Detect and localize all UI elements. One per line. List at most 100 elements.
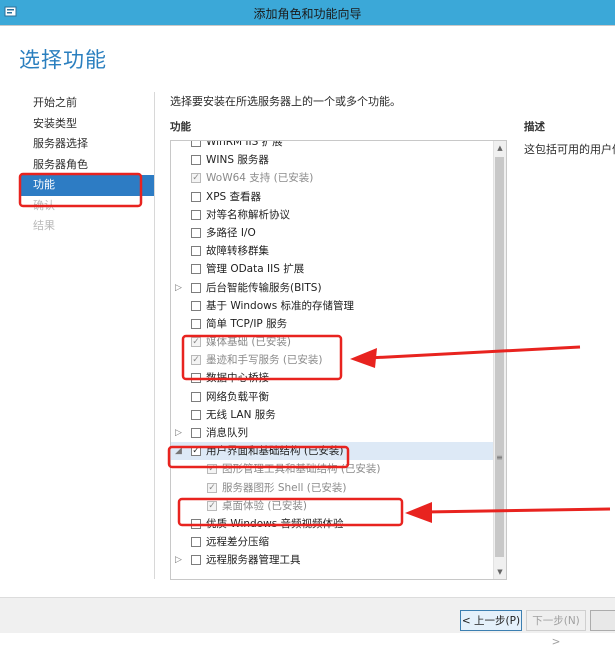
next-button[interactable]: 下一步(N) > bbox=[526, 610, 586, 648]
feature-label: 基于 Windows 标准的存储管理 bbox=[206, 299, 355, 312]
feature-row[interactable]: ▷ 远程服务器管理工具 bbox=[171, 551, 493, 569]
feature-label: 图形管理工具和基础结构 (已安装) bbox=[222, 463, 381, 476]
nav-item-installation-type[interactable]: 安装类型 bbox=[21, 114, 154, 135]
nav-item-server-selection[interactable]: 服务器选择 bbox=[21, 134, 154, 155]
feature-row[interactable]: 简单 TCP/IP 服务 bbox=[171, 315, 493, 333]
feature-row[interactable]: ▷ 消息队列 bbox=[171, 424, 493, 442]
feature-label: 管理 OData IIS 扩展 bbox=[206, 263, 305, 276]
feature-label: 故障转移群集 bbox=[206, 245, 269, 258]
feature-label: 媒体基础 (已安装) bbox=[206, 336, 292, 349]
feature-checkbox[interactable] bbox=[191, 264, 201, 275]
nav-item-before-you-begin[interactable]: 开始之前 bbox=[21, 93, 154, 114]
nav-item-results: 结果 bbox=[33, 219, 55, 232]
feature-row[interactable]: 对等名称解析协议 bbox=[171, 206, 493, 224]
feature-label: 远程差分压缩 bbox=[206, 536, 269, 549]
description-text: 这包括可用的用户体验 bbox=[524, 143, 615, 156]
feature-label: 数据中心桥接 bbox=[206, 372, 269, 385]
feature-row[interactable]: WinRM IIS 扩展 bbox=[171, 140, 493, 151]
feature-row[interactable]: 网络负载平衡 bbox=[171, 388, 493, 406]
feature-checkbox[interactable] bbox=[191, 518, 201, 529]
feature-label: WoW64 支持 (已安装) bbox=[206, 172, 314, 185]
feature-row[interactable]: 数据中心桥接 bbox=[171, 369, 493, 387]
feature-row[interactable]: 远程差分压缩 bbox=[171, 533, 493, 551]
feature-label: WinRM IIS 扩展 bbox=[206, 140, 283, 148]
feature-label: 优质 Windows 音频视频体验 bbox=[206, 517, 344, 530]
feature-checkbox: ✓ bbox=[207, 482, 217, 493]
feature-label: 多路径 I/O bbox=[206, 226, 256, 239]
header-divider bbox=[0, 25, 615, 26]
feature-label: 对等名称解析协议 bbox=[206, 208, 290, 221]
feature-row[interactable]: ✓ 媒体基础 (已安装) bbox=[171, 333, 493, 351]
instruction-text: 选择要安装在所选服务器上的一个或多个功能。 bbox=[170, 95, 401, 108]
scroll-thumb[interactable] bbox=[495, 157, 504, 557]
feature-checkbox[interactable] bbox=[191, 155, 201, 166]
feature-checkbox[interactable] bbox=[191, 209, 201, 220]
feature-row[interactable]: ▷ 后台智能传输服务(BITS) bbox=[171, 279, 493, 297]
feature-row[interactable]: 无线 LAN 服务 bbox=[171, 406, 493, 424]
install-button[interactable] bbox=[590, 610, 615, 631]
feature-row[interactable]: ◢ ✓ 用户界面和基础结构 (已安装) bbox=[171, 442, 493, 461]
feature-checkbox: ✓ bbox=[191, 337, 201, 348]
feature-row[interactable]: ✓ WoW64 支持 (已安装) bbox=[171, 169, 493, 187]
feature-checkbox: ✓ bbox=[207, 464, 217, 475]
feature-row[interactable]: ✓ 图形管理工具和基础结构 (已安装) bbox=[171, 460, 493, 478]
feature-row[interactable]: ✓ 墨迹和手写服务 (已安装) bbox=[171, 351, 493, 369]
feature-checkbox[interactable] bbox=[191, 318, 201, 329]
feature-checkbox: ✓ bbox=[191, 173, 201, 184]
feature-label: 远程服务器管理工具 bbox=[206, 554, 301, 567]
nav-item-features[interactable]: 功能 bbox=[21, 175, 154, 196]
feature-checkbox[interactable] bbox=[191, 537, 201, 548]
feature-label: 墨迹和手写服务 (已安装) bbox=[206, 354, 323, 367]
feature-checkbox[interactable] bbox=[191, 141, 201, 147]
feature-label: 后台智能传输服务(BITS) bbox=[206, 281, 322, 294]
feature-row[interactable]: ✓ 桌面体验 (已安装) bbox=[171, 497, 493, 515]
features-list[interactable]: WinRM IIS 扩展 WINS 服务器 ✓ WoW64 支持 (已安装) XPS 查… bbox=[170, 140, 507, 580]
feature-row[interactable]: 基于 Windows 标准的存储管理 bbox=[171, 297, 493, 315]
feature-row[interactable]: XPS 查看器 bbox=[171, 188, 493, 206]
feature-label: 桌面体验 (已安装) bbox=[222, 499, 308, 512]
feature-label: 消息队列 bbox=[206, 427, 248, 439]
wizard-footer: < 上一步(P) 下一步(N) > bbox=[0, 597, 615, 648]
feature-row[interactable]: ✓ 服务器图形 Shell (已安装) bbox=[171, 479, 493, 497]
feature-label: 无线 LAN 服务 bbox=[206, 408, 276, 421]
feature-checkbox[interactable] bbox=[191, 391, 201, 402]
feature-checkbox[interactable] bbox=[191, 227, 201, 238]
feature-label: 简单 TCP/IP 服务 bbox=[206, 317, 288, 330]
scroll-up-icon[interactable]: ▲ bbox=[494, 141, 506, 155]
collapse-icon[interactable]: ◢ bbox=[175, 442, 183, 460]
expand-icon[interactable]: ▷ bbox=[175, 551, 183, 569]
feature-row[interactable]: 多路径 I/O bbox=[171, 224, 493, 242]
feature-label: XPS 查看器 bbox=[206, 190, 262, 203]
feature-checkbox[interactable] bbox=[191, 373, 201, 384]
expand-icon[interactable]: ▷ bbox=[175, 279, 183, 297]
scroll-down-icon[interactable]: ▼ bbox=[494, 565, 506, 579]
window-title: 添加角色和功能向导 bbox=[253, 7, 362, 21]
title-bar: 添加角色和功能向导 bbox=[0, 0, 615, 25]
feature-checkbox: ✓ bbox=[191, 355, 201, 366]
feature-checkbox[interactable] bbox=[191, 428, 201, 438]
feature-checkbox[interactable] bbox=[191, 282, 201, 293]
wizard-nav: 开始之前 安装类型 服务器选择 服务器角色 功能 确认 结果 bbox=[21, 93, 154, 237]
feature-checkbox[interactable] bbox=[191, 409, 201, 420]
previous-button[interactable]: < 上一步(P) bbox=[460, 610, 522, 631]
scroll-grip-icon: ≡ bbox=[496, 453, 503, 462]
feature-row[interactable]: 管理 OData IIS 扩展 bbox=[171, 260, 493, 278]
description-header: 描述 bbox=[524, 121, 545, 133]
feature-checkbox[interactable] bbox=[191, 246, 201, 257]
expand-icon[interactable]: ▷ bbox=[175, 424, 183, 442]
feature-checkbox[interactable]: ✓ bbox=[191, 446, 201, 457]
feature-checkbox[interactable] bbox=[191, 191, 201, 202]
feature-row[interactable]: 优质 Windows 音频视频体验 bbox=[171, 515, 493, 533]
feature-checkbox[interactable] bbox=[191, 300, 201, 311]
features-scrollbar[interactable]: ▲ ≡ ▼ bbox=[493, 141, 506, 579]
feature-label: 用户界面和基础结构 (已安装) bbox=[206, 445, 344, 458]
feature-row[interactable]: WINS 服务器 bbox=[171, 151, 493, 169]
feature-checkbox[interactable] bbox=[191, 555, 201, 566]
nav-item-server-roles[interactable]: 服务器角色 bbox=[21, 155, 154, 176]
page-title: 选择功能 bbox=[19, 48, 107, 72]
nav-item-confirmation: 确认 bbox=[33, 198, 55, 212]
feature-label: 服务器图形 Shell (已安装) bbox=[222, 481, 347, 494]
nav-divider bbox=[154, 92, 155, 579]
feature-row[interactable]: 故障转移群集 bbox=[171, 242, 493, 260]
feature-label: 网络负载平衡 bbox=[206, 390, 269, 403]
